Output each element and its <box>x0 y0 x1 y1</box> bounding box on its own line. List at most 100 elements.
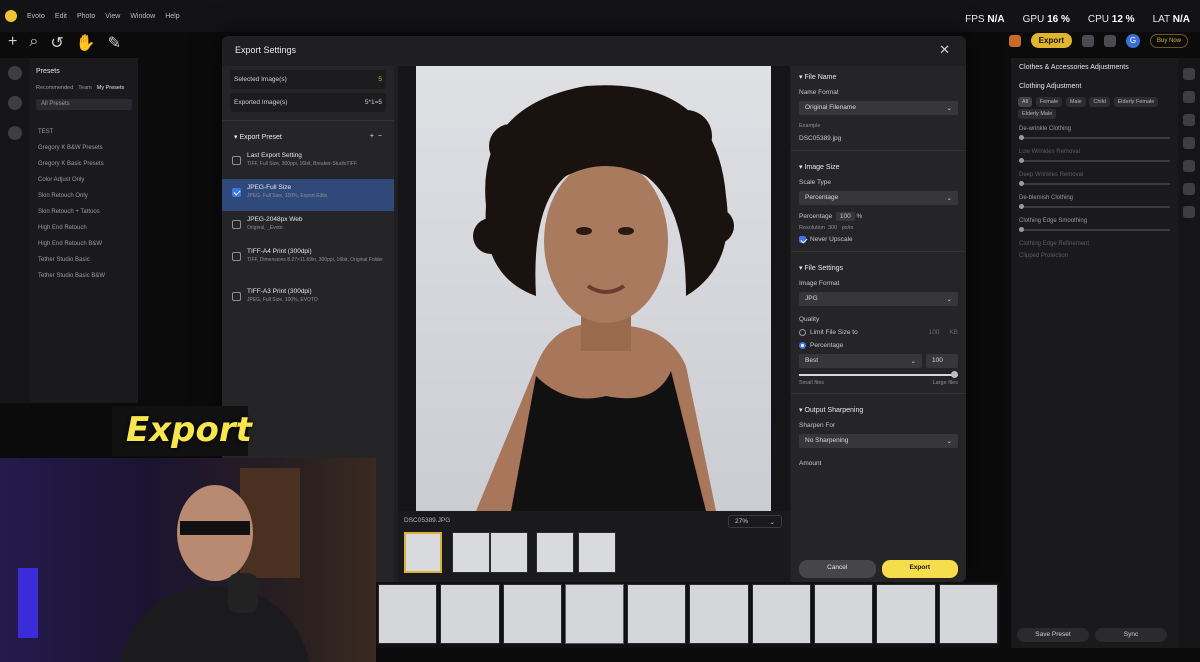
thumbnail[interactable] <box>452 532 490 573</box>
menu-photo[interactable]: Photo <box>77 13 95 20</box>
film-thumbnail[interactable] <box>751 584 812 644</box>
film-thumbnail[interactable] <box>689 584 749 644</box>
zoom-select[interactable]: 27% ⌄ <box>728 515 782 528</box>
buy-now-button[interactable]: Buy Now <box>1149 33 1188 48</box>
thumbnail[interactable] <box>578 532 616 573</box>
adjust-slider[interactable] <box>1019 158 1170 163</box>
percentage-input[interactable]: 100 <box>835 212 855 221</box>
file-name-section[interactable]: ▾ File Name <box>791 66 966 85</box>
search-icon[interactable]: ⌕ <box>29 33 38 53</box>
chip-elderly-female[interactable]: Elderly Female <box>1113 97 1159 107</box>
layout-icon[interactable] <box>1183 114 1195 126</box>
film-thumbnail[interactable] <box>627 584 687 644</box>
preset-checkbox[interactable] <box>232 292 241 301</box>
chip-all[interactable]: All <box>1018 97 1033 107</box>
all-presets-select[interactable]: All Presets <box>36 99 132 110</box>
preset-item[interactable]: Tether Studio Basic <box>30 252 138 268</box>
person-icon[interactable] <box>1183 91 1195 103</box>
menu-edit[interactable]: Edit <box>55 13 67 20</box>
palette-icon[interactable] <box>1183 68 1195 80</box>
camera-icon[interactable] <box>1183 183 1195 195</box>
adjust-slider[interactable] <box>1019 135 1170 140</box>
export-button[interactable]: Export <box>881 560 958 578</box>
remove-icon[interactable]: − <box>378 133 382 140</box>
preset-checkbox[interactable] <box>232 220 241 229</box>
preset-checkbox[interactable] <box>232 188 241 197</box>
preset-item[interactable]: High End Retouch <box>30 220 138 236</box>
thumbnail[interactable] <box>490 532 528 573</box>
preset-item[interactable]: Skin Retouch + Tattoos <box>30 204 138 220</box>
film-thumbnail[interactable] <box>502 584 562 644</box>
film-thumbnail[interactable] <box>938 584 998 644</box>
crop-icon[interactable] <box>1183 160 1195 172</box>
menu-app[interactable]: Evoto <box>27 13 45 20</box>
film-thumbnail[interactable] <box>564 584 625 644</box>
chip-male[interactable]: Male <box>1065 97 1086 107</box>
film-thumbnail[interactable] <box>378 584 438 644</box>
avatar[interactable]: G <box>1125 33 1140 48</box>
thumbnail[interactable] <box>404 532 442 573</box>
quality-slider[interactable] <box>799 371 958 378</box>
gift-icon[interactable] <box>1008 34 1021 47</box>
preset-item[interactable]: JPEG-2048px Web Original, _Evoto <box>222 211 394 243</box>
quality-input[interactable]: 100 <box>926 354 958 368</box>
preset-item[interactable]: Tether Studio Basic B&W <box>30 268 138 284</box>
cancel-button[interactable]: Cancel <box>799 560 876 578</box>
chip-child[interactable]: Child <box>1089 97 1110 107</box>
preset-item[interactable]: Last Export Setting TIFF, Full Size, 300p… <box>222 147 394 179</box>
preset-folder[interactable]: Gregory K Basic Presets <box>30 156 138 172</box>
chip-female[interactable]: Female <box>1035 97 1063 107</box>
film-thumbnail[interactable] <box>876 584 936 644</box>
preset-checkbox[interactable] <box>232 156 241 165</box>
preset-item[interactable]: TIFF-A4 Print (300dpi) TIFF, Dimensions 8… <box>222 243 394 283</box>
percentage-radio[interactable]: Percentage <box>791 339 966 352</box>
chip-elderly-male[interactable]: Elderly Male <box>1018 109 1057 119</box>
scale-type-select[interactable]: Percentage ⌄ <box>799 191 958 205</box>
adjust-slider[interactable] <box>1019 181 1170 186</box>
file-icon[interactable] <box>1081 34 1094 47</box>
tab-recommended[interactable]: Recommended <box>36 85 73 91</box>
save-preset-button[interactable]: Save Preset <box>1017 628 1089 642</box>
film-thumbnail[interactable] <box>814 584 874 644</box>
image-size-section[interactable]: ▾ Image Size <box>791 156 966 175</box>
preset-folder[interactable]: Gregory K B&W Presets <box>30 140 138 156</box>
tab-team[interactable]: Team <box>78 85 91 91</box>
shirt-icon[interactable] <box>1183 137 1195 149</box>
tab-my-presets[interactable]: My Presets <box>97 85 125 91</box>
menu-view[interactable]: View <box>105 13 120 20</box>
brush-icon[interactable]: ✎ <box>108 33 121 53</box>
rotate-icon[interactable]: ↺ <box>50 33 63 53</box>
top-export-button[interactable]: Export <box>1030 33 1072 48</box>
name-format-select[interactable]: Original Filename ⌄ <box>799 101 958 115</box>
preset-folder[interactable]: TEST <box>30 124 138 140</box>
add-icon[interactable]: + <box>8 33 17 53</box>
sharpen-for-select[interactable]: No Sharpening ⌄ <box>799 434 958 448</box>
image-format-select[interactable]: JPG ⌄ <box>799 292 958 306</box>
file-settings-section[interactable]: ▾ File Settings <box>791 257 966 276</box>
never-upscale-checkbox[interactable]: Never Upscale <box>791 233 966 246</box>
preset-item[interactable]: Color Adjust Only <box>30 172 138 188</box>
menu-help[interactable]: Help <box>165 13 179 20</box>
preset-checkbox[interactable] <box>232 252 241 261</box>
film-thumbnail[interactable] <box>440 584 500 644</box>
close-icon[interactable]: ✕ <box>939 42 950 58</box>
hand-icon[interactable]: ✋ <box>76 33 96 53</box>
filter-icon[interactable] <box>8 96 22 110</box>
history-icon[interactable] <box>8 126 22 140</box>
output-sharpening-section[interactable]: ▾ Output Sharpening <box>791 399 966 418</box>
thumbnail[interactable] <box>536 532 574 573</box>
limit-file-size-radio[interactable]: Limit File Size to 100 KB <box>791 326 966 339</box>
preset-item[interactable]: Skin Retouch Only <box>30 188 138 204</box>
adjust-slider[interactable] <box>1019 227 1170 232</box>
portrait-icon[interactable] <box>8 66 22 80</box>
sync-button[interactable]: Sync <box>1095 628 1167 642</box>
preset-item-selected[interactable]: JPEG-Full Size JPEG, Full Size, 100%, Exp… <box>222 179 394 211</box>
info-icon[interactable] <box>1183 206 1195 218</box>
adjust-slider[interactable] <box>1019 204 1170 209</box>
menu-window[interactable]: Window <box>130 13 155 20</box>
preset-item[interactable]: TIFF-A3 Print (300dpi) JPEG, Full Size, 1… <box>222 283 394 315</box>
cloud-icon[interactable] <box>1103 34 1116 47</box>
preset-item[interactable]: High End Retouch B&W <box>30 236 138 252</box>
quality-preset-select[interactable]: Best ⌄ <box>799 354 922 368</box>
add-icon[interactable]: + <box>370 133 374 140</box>
